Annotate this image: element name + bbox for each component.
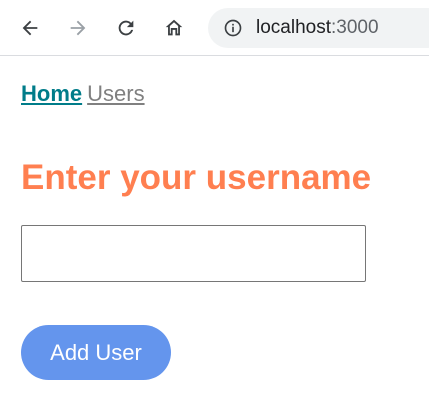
page-nav: Home Users (21, 80, 145, 108)
home-icon (165, 19, 183, 36)
back-button[interactable] (14, 12, 46, 44)
nav-link-users[interactable]: Users (87, 81, 144, 106)
page-title: Enter your username (21, 158, 372, 197)
back-arrow-icon (22, 20, 38, 36)
add-user-button[interactable]: Add User (21, 325, 171, 380)
forward-arrow-icon (70, 20, 86, 36)
forward-button[interactable] (62, 12, 94, 44)
url-port: :3000 (331, 17, 379, 38)
reload-icon (118, 20, 134, 36)
nav-link-home[interactable]: Home (21, 81, 82, 106)
username-input[interactable] (21, 225, 366, 282)
browser-toolbar: localhost:3000 (0, 0, 429, 56)
home-button[interactable] (158, 12, 190, 44)
address-url: localhost:3000 (256, 17, 379, 39)
address-bar[interactable]: localhost:3000 (208, 8, 429, 48)
url-host: localhost (256, 17, 331, 38)
info-icon[interactable] (222, 17, 244, 39)
reload-button[interactable] (110, 12, 142, 44)
